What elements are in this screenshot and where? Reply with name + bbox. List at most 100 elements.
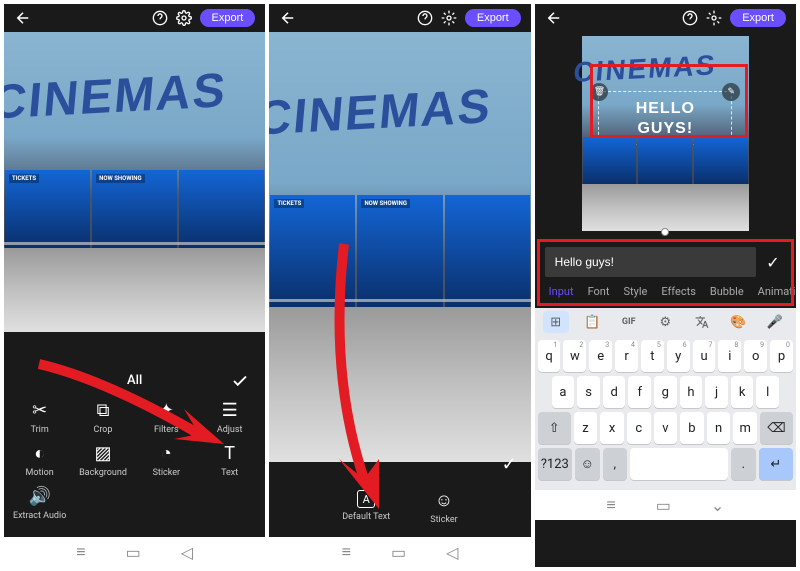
key-emoji[interactable]: ☺ [575,448,600,480]
key-space[interactable] [630,448,728,480]
key-b[interactable]: b [680,412,704,444]
help-icon[interactable] [152,10,168,26]
kb-settings-icon[interactable]: ⚙ [652,311,678,333]
tool-background[interactable]: ▨Background [75,443,130,478]
nav-recent-icon[interactable]: ≡ [342,542,351,562]
gear-icon[interactable] [706,10,722,26]
gear-icon[interactable] [176,10,192,26]
nav-recent-icon[interactable]: ≡ [76,542,85,562]
store-label: NOW SHOWING [96,174,145,183]
key-y[interactable]: y6 [667,340,690,372]
video-preview: CINEMAS TICKETS NOW SHOWING [4,32,265,361]
help-icon[interactable] [682,10,698,26]
nav-recent-icon[interactable]: ≡ [606,495,615,515]
key-v[interactable]: v [654,412,678,444]
topbar: Export [269,4,530,32]
key-f[interactable]: f [628,376,651,408]
tool-trim[interactable]: ✂Trim [12,400,67,435]
kb-stickers-icon[interactable]: ⊞ [543,311,569,333]
tool-text[interactable]: TText [202,443,257,478]
text-input-panel: ✓ Input Font Style Effects Bubble Animat… [535,237,796,308]
store-label: TICKETS [274,199,304,208]
key-enter[interactable]: ↵ [759,448,793,480]
key-w[interactable]: w2 [563,340,586,372]
key-l[interactable]: l [756,376,779,408]
key-comma[interactable]: , [603,448,628,480]
tool-sticker[interactable]: ◔Sticker [139,443,194,478]
nav-home-icon[interactable]: ▭ [656,496,671,515]
motion-icon: ◐ [34,443,45,464]
back-icon[interactable] [14,9,32,27]
android-navbar: ≡ ▭ ◁ [4,537,265,567]
key-e[interactable]: e3 [589,340,612,372]
scissors-icon: ✂ [32,400,47,421]
nav-home-icon[interactable]: ▭ [391,543,406,562]
preview-resize-handle[interactable] [661,228,669,236]
key-r[interactable]: r4 [615,340,638,372]
key-n[interactable]: n [707,412,731,444]
tool-crop[interactable]: ⧉Crop [75,400,130,435]
key-⇧[interactable]: ⇧ [538,412,571,444]
export-button[interactable]: Export [200,9,256,27]
key-m[interactable]: m [733,412,757,444]
kb-gif-icon[interactable]: GIF [616,311,642,333]
key-d[interactable]: d [603,376,626,408]
key-z[interactable]: z [574,412,598,444]
key-x[interactable]: x [600,412,624,444]
key-s[interactable]: s [577,376,600,408]
sliders-icon: ☰ [222,400,238,421]
video-preview-small: CINEMAS 🗑 ✎ ⎘ ⤡ HELLO GUYS! [535,32,796,237]
key-u[interactable]: u7 [693,340,716,372]
back-icon[interactable] [545,9,563,27]
kb-mic-icon[interactable]: 🎤 [762,311,788,333]
tool-sticker[interactable]: ☺Sticker [430,490,457,525]
key-c[interactable]: c [627,412,651,444]
key-period[interactable]: . [731,448,756,480]
screen-text-input: Export CINEMAS 🗑 ✎ ⎘ ⤡ HELLO GUYS! [535,4,796,567]
key-j[interactable]: j [705,376,728,408]
kb-translate-icon[interactable] [689,311,715,333]
key-i[interactable]: i8 [718,340,741,372]
tool-filters[interactable]: ✦Filters [139,400,194,435]
store-label: TICKETS [9,174,39,183]
store-label: NOW SHOWING [361,199,410,208]
key-t[interactable]: t5 [641,340,664,372]
topbar: Export [4,4,265,32]
key-g[interactable]: g [654,376,677,408]
kb-clipboard-icon[interactable]: 📋 [579,311,605,333]
key-k[interactable]: k [731,376,754,408]
confirm-icon[interactable] [231,372,249,390]
scene-sign-text: CINEMAS [4,64,229,130]
nav-home-icon[interactable]: ▭ [126,543,141,562]
back-icon[interactable] [279,9,297,27]
key-h[interactable]: h [680,376,703,408]
gear-icon[interactable] [441,10,457,26]
tool-motion[interactable]: ◐Motion [12,443,67,478]
nav-keyboard-hide-icon[interactable]: ⌄ [711,496,724,515]
audio-icon: 🔊 [28,486,50,507]
soft-keyboard: ⊞ 📋 GIF ⚙ 🎨 🎤 q1w2e3r4t5y6u7i8o9p0 asdfgh… [535,308,796,490]
nav-back-icon[interactable]: ◁ [181,543,193,562]
kb-theme-icon[interactable]: 🎨 [725,311,751,333]
tool-adjust[interactable]: ☰Adjust [202,400,257,435]
tool-default-text[interactable]: ADefault Text [342,490,390,525]
scene-sign-text: CINEMAS [269,80,494,146]
key-symbols[interactable]: ?123 [538,448,572,480]
android-navbar: ≡ ▭ ⌄ [535,490,796,520]
screen-editor-tools: Export CINEMAS TICKETS NOW SHOWING All ✂… [4,4,265,567]
confirm-icon[interactable]: ✓ [502,454,517,475]
export-button[interactable]: Export [730,9,786,27]
key-a[interactable]: a [552,376,575,408]
topbar: Export [535,4,796,32]
key-⌫[interactable]: ⌫ [760,412,793,444]
video-preview: CINEMAS TICKETS NOW SHOWING [269,32,530,478]
crop-icon: ⧉ [97,400,110,421]
export-button[interactable]: Export [465,9,521,27]
tool-extract-audio[interactable]: 🔊Extract Audio [12,486,67,521]
key-p[interactable]: p0 [770,340,793,372]
key-q[interactable]: q1 [538,340,561,372]
help-icon[interactable] [417,10,433,26]
nav-back-icon[interactable]: ◁ [446,543,458,562]
key-o[interactable]: o9 [744,340,767,372]
sticker-icon: ◔ [161,443,172,464]
